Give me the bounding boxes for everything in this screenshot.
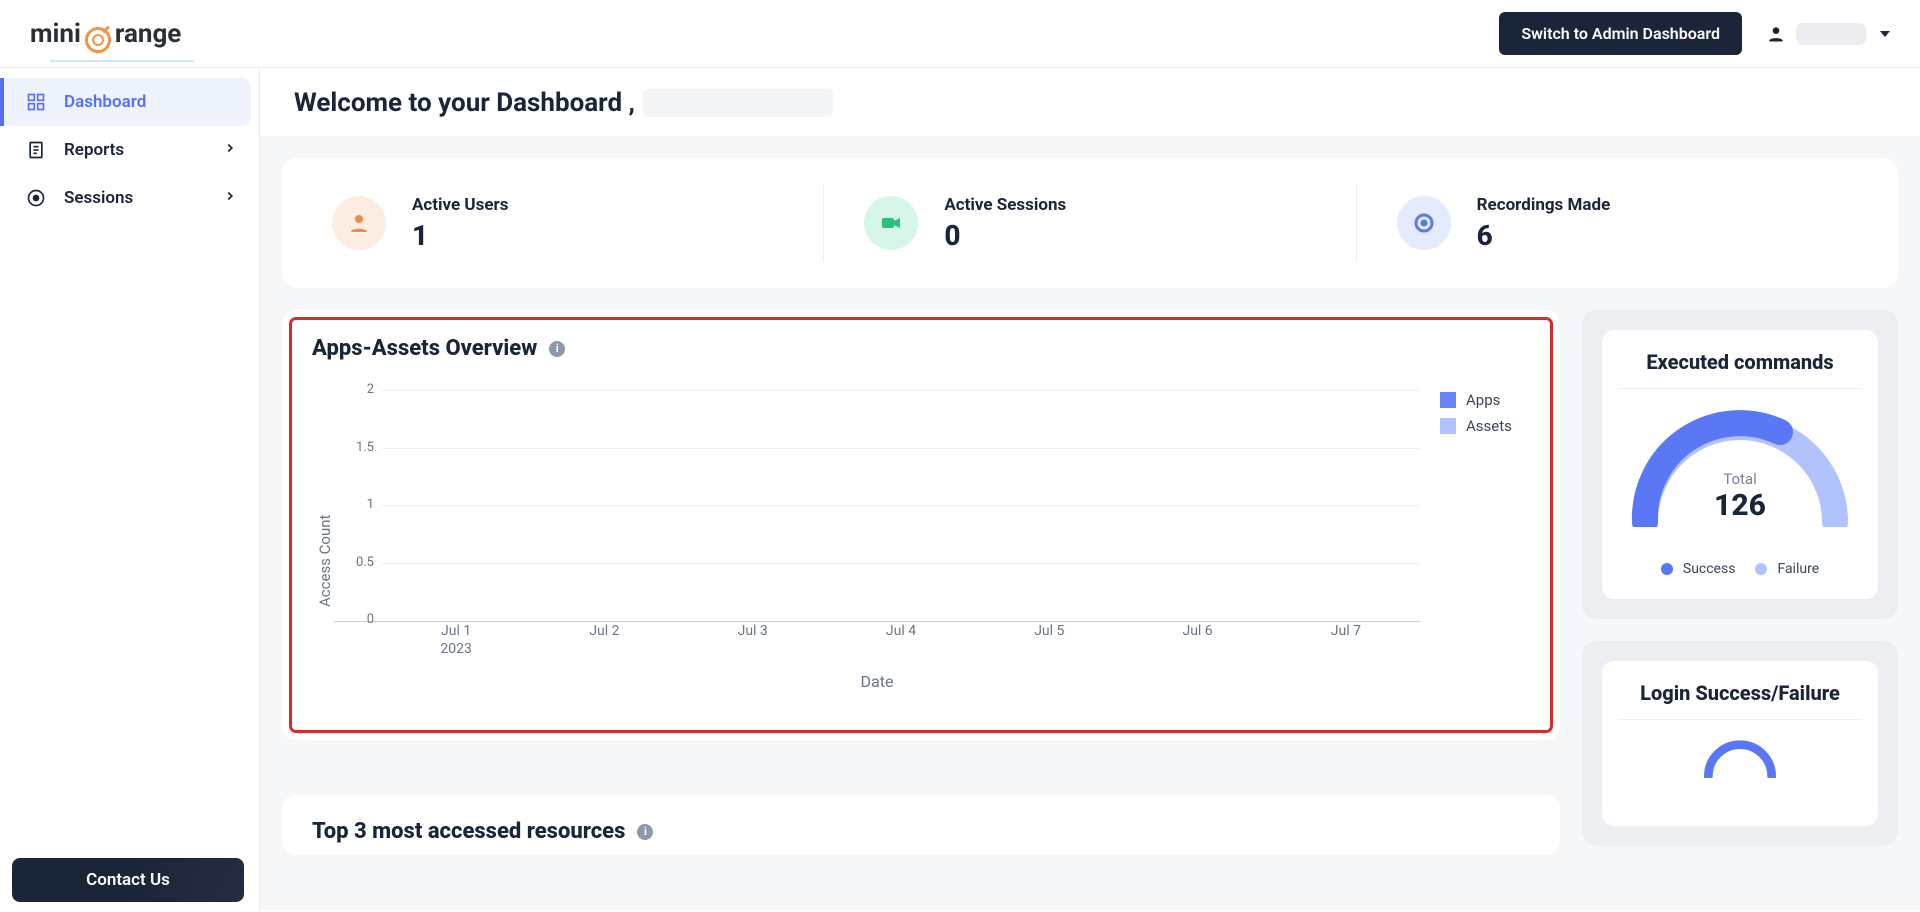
user-menu[interactable] [1766, 23, 1890, 45]
gauge-total-label: Total [1625, 470, 1855, 488]
chart-legend: Apps Assets [1420, 391, 1530, 691]
brand-text-post: range [115, 19, 181, 49]
stat-value: 0 [944, 219, 1066, 252]
welcome-text: Welcome to your Dashboard , [294, 88, 635, 118]
x-tick: Jul 5 [1034, 622, 1064, 640]
x-tick: Jul 3 [738, 622, 768, 640]
user-icon [332, 196, 386, 250]
legend-apps[interactable]: Apps [1440, 391, 1530, 409]
x-tick: Jul 7 [1331, 622, 1361, 640]
chart-plot: 00.511.52 Jul 12023Jul 2Jul 3Jul 4Jul 5J… [334, 391, 1420, 691]
card-title: Executed commands [1618, 350, 1862, 389]
swatch-icon [1440, 392, 1456, 408]
switch-admin-button[interactable]: Switch to Admin Dashboard [1499, 12, 1742, 55]
sidebar-item-label: Dashboard [64, 92, 146, 112]
sidebar-item-sessions[interactable]: Sessions [0, 174, 259, 222]
brand-orange-o-icon [85, 27, 111, 53]
x-tick: Jul 2 [589, 622, 619, 640]
login-gauge [1625, 738, 1855, 778]
card-title: Top 3 most accessed resources [312, 819, 625, 844]
legend-failure: Failure [1755, 561, 1819, 577]
info-icon[interactable]: i [549, 341, 565, 357]
search-underline [50, 60, 194, 62]
executed-commands-wrap: Executed commands Total 126 [1582, 310, 1898, 619]
stat-label: Active Users [412, 195, 509, 215]
legend-success: Success [1661, 561, 1736, 577]
stat-label: Recordings Made [1477, 195, 1611, 215]
main-content: Welcome to your Dashboard , Active Users… [260, 68, 1920, 912]
brand-logo[interactable]: mini range [30, 19, 181, 49]
video-icon [864, 196, 918, 250]
sidebar: Dashboard Reports Sessions Contact Us [0, 68, 260, 912]
dot-icon [1755, 563, 1767, 575]
card-title: Apps-Assets Overview [312, 336, 537, 361]
login-success-failure-card: Login Success/Failure [1602, 661, 1878, 826]
x-tick: Jul 6 [1182, 622, 1212, 640]
card-title: Login Success/Failure [1618, 681, 1862, 720]
user-name-redacted [1796, 23, 1866, 45]
stat-active-users: Active Users 1 [292, 184, 823, 262]
chevron-right-icon [223, 140, 237, 160]
dashboard-icon [26, 92, 46, 112]
stats-row: Active Users 1 Active Sessions 0 [282, 158, 1898, 288]
chevron-right-icon [223, 188, 237, 208]
brand-text-pre: mini [30, 19, 81, 49]
stat-active-sessions: Active Sessions 0 [823, 184, 1355, 262]
chart-x-axis-label: Date [334, 672, 1420, 691]
x-tick: Jul 12023 [440, 622, 471, 658]
apps-assets-overview-card: Apps-Assets Overview i Access Count 00.5… [282, 310, 1560, 740]
welcome-heading: Welcome to your Dashboard , [260, 68, 1920, 136]
stat-value: 6 [1477, 219, 1611, 252]
stat-label: Active Sessions [944, 195, 1066, 215]
sidebar-item-label: Reports [64, 140, 124, 160]
reports-icon [26, 140, 46, 160]
sessions-icon [26, 188, 46, 208]
chevron-down-icon [1880, 31, 1890, 37]
sidebar-item-dashboard[interactable]: Dashboard [0, 78, 251, 126]
app-header: mini range Switch to Admin Dashboard [0, 0, 1920, 68]
sidebar-item-label: Sessions [64, 188, 133, 208]
legend-assets[interactable]: Assets [1440, 417, 1530, 435]
record-icon [1397, 196, 1451, 250]
gauge-total-value: 126 [1625, 488, 1855, 523]
swatch-icon [1440, 418, 1456, 434]
top-resources-card: Top 3 most accessed resources i [282, 795, 1560, 855]
info-icon[interactable]: i [637, 824, 653, 840]
stat-value: 1 [412, 219, 509, 252]
user-icon [1766, 24, 1786, 44]
dot-icon [1661, 563, 1673, 575]
chart-y-axis-label: Access Count [312, 391, 334, 691]
contact-us-button[interactable]: Contact Us [12, 858, 244, 902]
stat-recordings: Recordings Made 6 [1356, 184, 1888, 262]
login-success-failure-wrap: Login Success/Failure [1582, 641, 1898, 846]
executed-commands-card: Executed commands Total 126 [1602, 330, 1878, 599]
sidebar-item-reports[interactable]: Reports [0, 126, 259, 174]
welcome-name-redacted [643, 89, 833, 117]
executed-commands-gauge: Total 126 [1625, 407, 1855, 527]
x-tick: Jul 4 [886, 622, 916, 640]
